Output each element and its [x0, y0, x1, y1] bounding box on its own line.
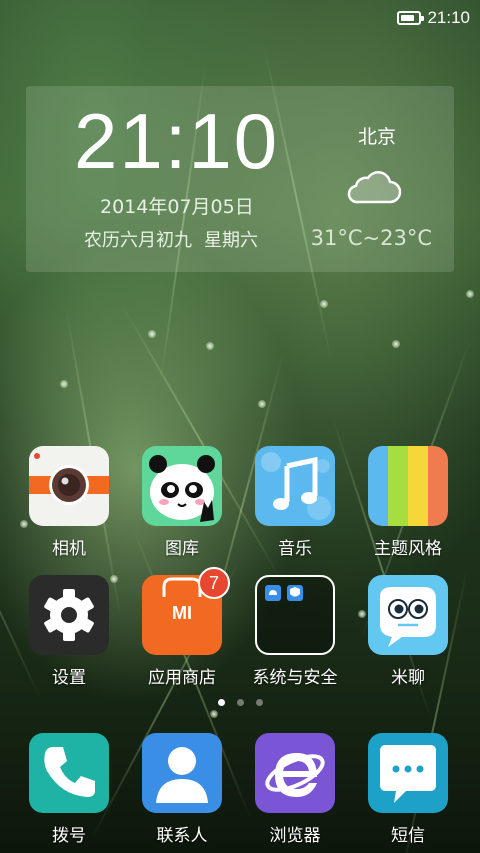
messages-icon	[368, 733, 448, 813]
contacts-icon	[142, 733, 222, 813]
app-label: 系统与安全	[252, 668, 338, 688]
dock-phone[interactable]: 拨号	[14, 733, 124, 846]
lunar-date-line: 农历六月初九 星期六	[84, 226, 258, 252]
temperature-range: 31°C~23°C	[310, 226, 432, 250]
app-label: 音乐	[278, 539, 312, 559]
dock-messages[interactable]: 短信	[353, 733, 463, 846]
weather-city: 北京	[357, 126, 396, 148]
browser-icon	[255, 733, 335, 813]
store-logo-text: MI	[172, 603, 192, 623]
app-label: 浏览器	[269, 826, 321, 846]
notification-badge: 7	[198, 567, 230, 599]
clock-weather-widget[interactable]: 21:10 2014年07月05日 农历六月初九 星期六 北京 31°C~23°C	[26, 86, 454, 272]
app-label: 联系人	[156, 826, 208, 846]
lunar-date: 农历六月初九	[84, 230, 192, 251]
page-dot[interactable]	[236, 699, 244, 706]
app-store[interactable]: MI 7 应用商店	[127, 567, 237, 688]
app-store-icon: MI 7	[142, 567, 230, 655]
page-indicator	[0, 699, 480, 706]
app-camera[interactable]: 相机	[14, 446, 124, 559]
app-label: 拨号	[52, 826, 86, 846]
app-label: 设置	[52, 668, 86, 688]
app-miliao[interactable]: 米聊	[353, 575, 463, 688]
status-bar: 21:10	[0, 0, 480, 36]
themes-icon	[368, 446, 448, 526]
phone-icon	[29, 733, 109, 813]
gallery-icon	[142, 446, 222, 526]
folder-icon	[255, 575, 335, 655]
miliao-icon	[368, 575, 448, 655]
app-settings[interactable]: 设置	[14, 575, 124, 688]
settings-icon	[29, 575, 109, 655]
weekday: 星期六	[204, 230, 258, 251]
music-icon	[255, 446, 335, 526]
app-label: 主题风格	[374, 539, 442, 559]
camera-icon	[29, 446, 109, 526]
page-dot[interactable]	[217, 699, 225, 706]
app-music[interactable]: 音乐	[240, 446, 350, 559]
battery-icon	[397, 11, 425, 25]
cloud-icon	[347, 171, 402, 204]
app-label: 应用商店	[148, 668, 216, 688]
app-themes[interactable]: 主题风格	[353, 446, 463, 559]
dock-contacts[interactable]: 联系人	[127, 733, 237, 846]
clock-date: 2014年07月05日	[100, 196, 254, 218]
app-label: 短信	[391, 826, 425, 846]
folder-system-security[interactable]: 系统与安全	[240, 575, 350, 688]
app-label: 相机	[52, 539, 86, 559]
app-label: 图库	[165, 539, 199, 559]
app-gallery[interactable]: 图库	[127, 446, 237, 559]
dock-browser[interactable]: 浏览器	[240, 733, 350, 846]
page-dot[interactable]	[255, 699, 263, 706]
app-label: 米聊	[391, 668, 425, 688]
clock-time: 21:10	[74, 97, 280, 185]
status-time: 21:10	[427, 8, 470, 27]
